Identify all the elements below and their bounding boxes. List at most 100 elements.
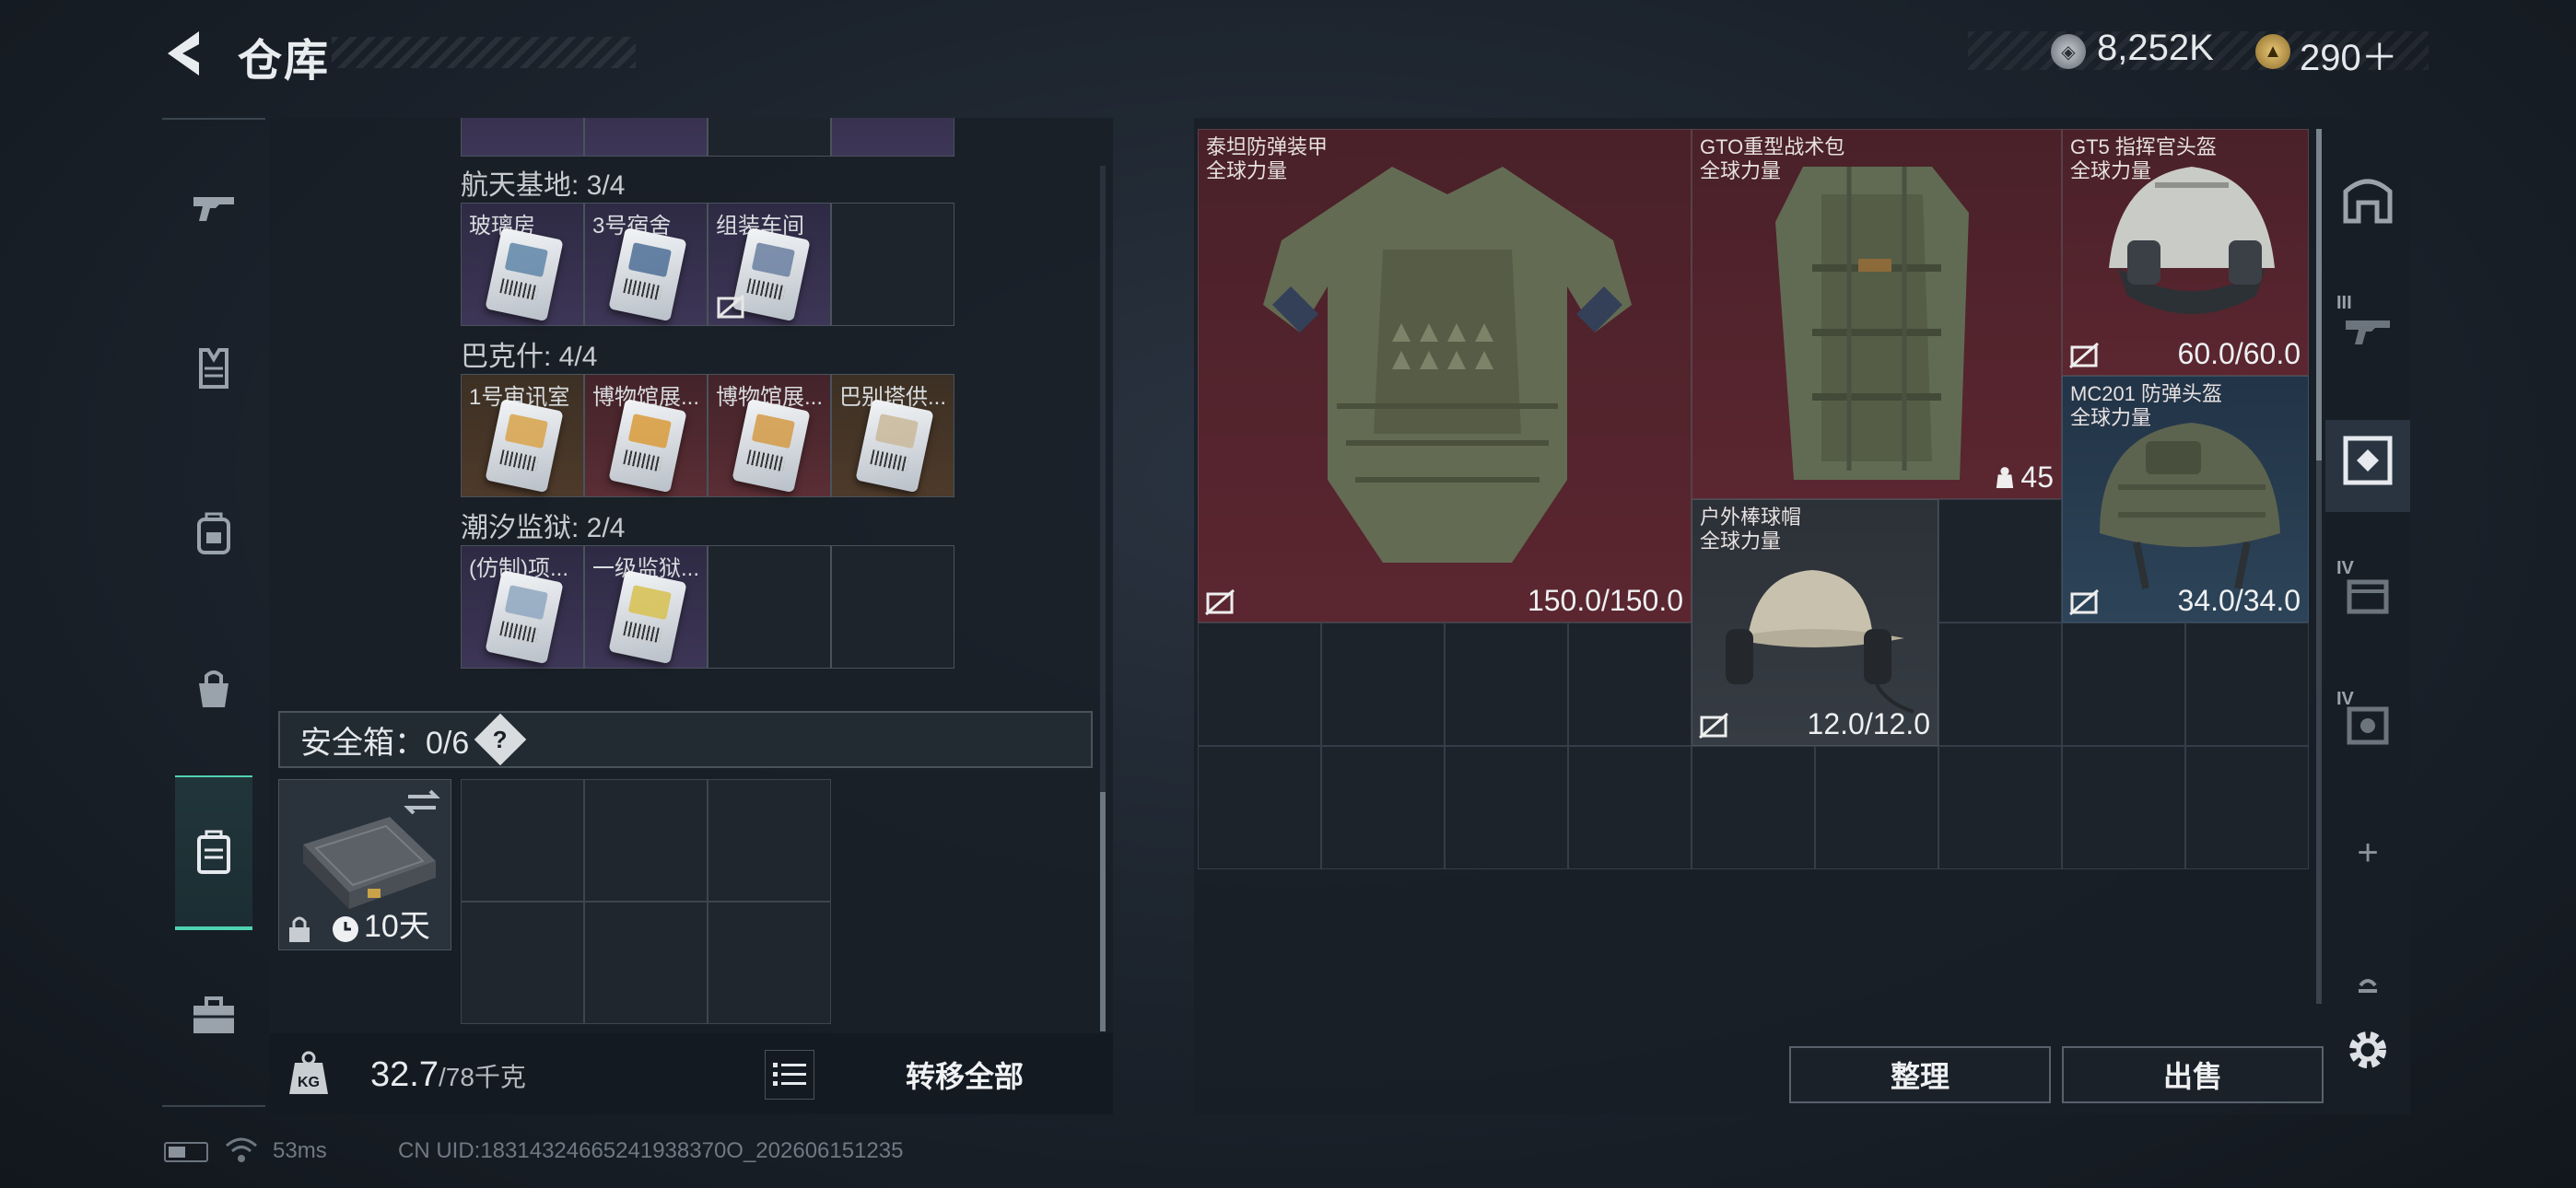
- item-name: GTO重型战术包 全球力量: [1700, 135, 1844, 183]
- settings-button[interactable]: [2336, 1017, 2399, 1083]
- sort-button[interactable]: 整理: [1789, 1046, 2051, 1103]
- equipment-slot[interactable]: [1938, 746, 2062, 869]
- backpack-item[interactable]: GTO重型战术包 全球力量 45: [1692, 129, 2062, 499]
- equipment-slot[interactable]: [1815, 746, 1938, 869]
- no-trade-icon: [1699, 712, 1728, 740]
- equipment-slot[interactable]: [1321, 623, 1445, 746]
- key-card-icon: [608, 398, 687, 494]
- safe-box-label: 安全箱：0/6: [300, 725, 470, 761]
- rnav-base[interactable]: [2336, 166, 2399, 232]
- help-icon: ?: [493, 725, 509, 753]
- collapse-icon: [2359, 979, 2377, 993]
- key-card-slot[interactable]: (仿制)项...: [461, 545, 584, 669]
- equipment-slot[interactable]: [1568, 623, 1692, 746]
- equipment-slot[interactable]: [1445, 746, 1568, 869]
- safe-slot[interactable]: [461, 779, 584, 902]
- key-card-slot[interactable]: 3号宿舍: [584, 203, 708, 326]
- equipment-slot[interactable]: [1692, 746, 1815, 869]
- slot-level-label: III: [2336, 293, 2352, 313]
- battery-icon: [164, 1142, 208, 1162]
- rnav-slot-4[interactable]: IV: [2336, 558, 2399, 624]
- list-view-button[interactable]: [765, 1050, 814, 1100]
- empty-slot[interactable]: [831, 545, 954, 669]
- group-row: 玻璃房 3号宿舍 组装车间: [461, 203, 958, 328]
- wifi-icon: [226, 1137, 257, 1162]
- partial-cell[interactable]: [831, 118, 954, 157]
- helmet-item[interactable]: MC201 防弹头盔 全球力量 34.0/34.0: [2062, 376, 2309, 623]
- key-card-icon: [608, 569, 687, 665]
- equipment-scroll-thumb[interactable]: [2316, 129, 2322, 460]
- back-button[interactable]: [162, 26, 208, 81]
- equipment-slot[interactable]: [1321, 746, 1445, 869]
- rnav-slot-4b[interactable]: IV: [2336, 689, 2399, 755]
- equipment-slot[interactable]: [1938, 623, 2062, 746]
- nav-armor[interactable]: [175, 330, 252, 407]
- equipment-slot[interactable]: [1198, 623, 1321, 746]
- cap-item[interactable]: 户外棒球帽 全球力量 12.0/12.0: [1692, 499, 1938, 746]
- key-card-slot[interactable]: 1号审讯室: [461, 374, 584, 497]
- sell-button[interactable]: 出售: [2062, 1046, 2324, 1103]
- key-card-slot[interactable]: 巴别塔供...: [831, 374, 954, 497]
- page-title: 仓库: [238, 37, 331, 86]
- safe-slot[interactable]: [708, 779, 831, 902]
- partial-cell[interactable]: [708, 118, 831, 157]
- nav-backpack[interactable]: [175, 494, 252, 571]
- back-arrow-icon: [168, 31, 199, 76]
- key-card-slot[interactable]: 博物馆展...: [708, 374, 831, 497]
- currency-gold-value[interactable]: 290＋: [2300, 28, 2398, 81]
- partial-cell[interactable]: [461, 118, 584, 157]
- slot-level-label: IV: [2336, 689, 2354, 709]
- safe-slot[interactable]: [584, 902, 708, 1024]
- key-card-icon: [732, 398, 811, 494]
- nav-toolbox[interactable]: [175, 976, 252, 1054]
- lock-icon: [289, 916, 310, 942]
- equipment-slot[interactable]: [2062, 623, 2185, 746]
- key-card-slot[interactable]: 一级监狱...: [584, 545, 708, 669]
- help-button[interactable]: ?: [474, 713, 527, 766]
- safe-box-item[interactable]: 10天: [278, 779, 451, 950]
- capacity-badge: 45: [1995, 460, 2054, 495]
- backpack-icon: [197, 512, 230, 554]
- empty-slot[interactable]: [708, 545, 831, 669]
- bag-icon: [199, 670, 228, 707]
- safe-slot[interactable]: [708, 902, 831, 1024]
- empty-slot[interactable]: [831, 203, 954, 326]
- key-card-icon: [485, 398, 564, 494]
- rnav-collapse[interactable]: [2336, 949, 2399, 1015]
- weight-value: 32.7/78千克: [370, 1055, 526, 1095]
- silver-coin-icon: ◈: [2051, 34, 2086, 69]
- rnav-slot-3[interactable]: III: [2336, 293, 2399, 359]
- partial-cell[interactable]: [584, 118, 708, 157]
- weapon-icon: [193, 197, 234, 221]
- key-card-icon: [608, 227, 687, 322]
- nav-bag[interactable]: [175, 650, 252, 728]
- rnav-add[interactable]: +: [2336, 820, 2399, 886]
- safe-slot[interactable]: [584, 779, 708, 902]
- key-card-icon: [485, 227, 564, 322]
- rnav-slot-3-active[interactable]: [2336, 427, 2399, 494]
- item-title: GTO重型战术包: [1700, 135, 1845, 158]
- key-card-slot[interactable]: 玻璃房: [461, 203, 584, 326]
- armor-item[interactable]: 泰坦防弹装甲 全球力量 150.0/150.0: [1198, 129, 1692, 623]
- key-card-slot[interactable]: 组装车间: [708, 203, 831, 326]
- item-name: 户外棒球帽 全球力量: [1700, 506, 1801, 553]
- equipment-slot[interactable]: [1198, 746, 1321, 869]
- equipment-slot[interactable]: [2185, 623, 2309, 746]
- group-row: 1号审讯室 博物馆展... 博物馆展... 巴别塔供...: [461, 374, 958, 499]
- equipment-slot[interactable]: [1445, 623, 1568, 746]
- no-trade-icon: [2069, 588, 2099, 616]
- equipment-slot[interactable]: [2185, 746, 2309, 869]
- equipment-slot[interactable]: [1568, 746, 1692, 869]
- key-card-slot[interactable]: 博物馆展...: [584, 374, 708, 497]
- ping-text: 53ms: [273, 1138, 327, 1163]
- equipment-slot[interactable]: [1938, 499, 2062, 623]
- item-title: 户外棒球帽: [1700, 506, 1802, 529]
- helmet-item[interactable]: GT5 指挥官头盔 全球力量 60.0/60.0: [2062, 129, 2309, 376]
- equipment-slot[interactable]: [2062, 746, 2185, 869]
- group-row: (仿制)项... 一级监狱...: [461, 545, 958, 670]
- nav-weapon[interactable]: [175, 168, 252, 245]
- safe-slot[interactable]: [461, 902, 584, 1024]
- transfer-all-button[interactable]: 转移全部: [866, 1050, 1063, 1100]
- nav-safebox[interactable]: [175, 775, 252, 930]
- storage-scroll-thumb[interactable]: [1100, 792, 1106, 1031]
